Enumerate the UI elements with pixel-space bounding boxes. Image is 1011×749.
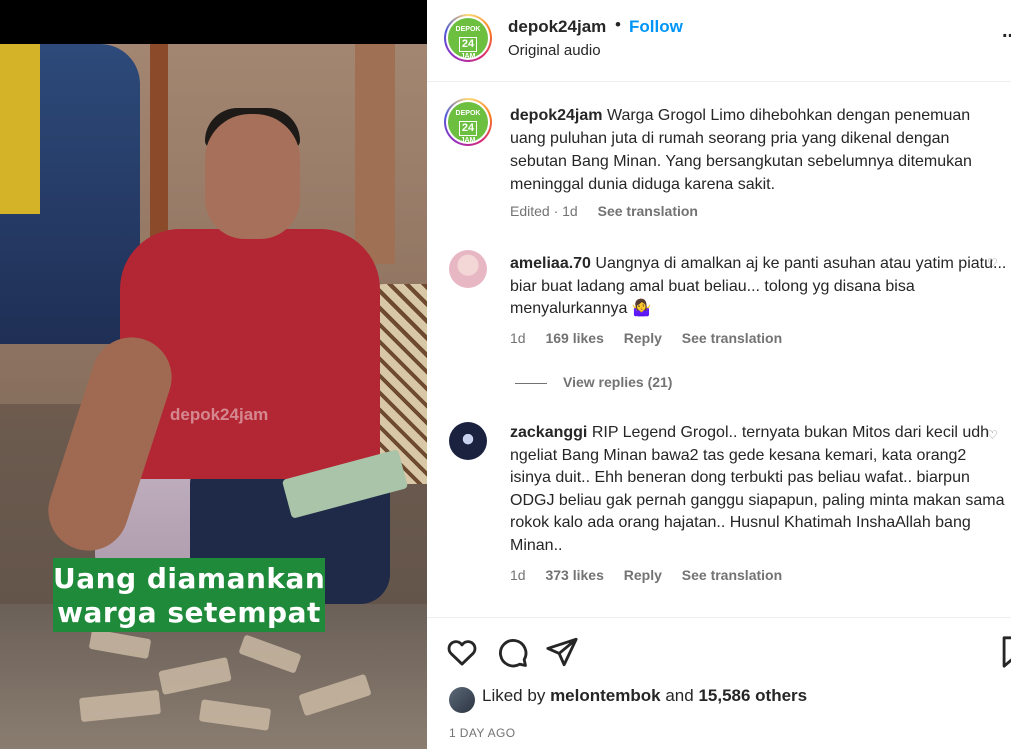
caption-see-translation-button[interactable]: See translation <box>598 203 698 219</box>
liked-by-others-link[interactable]: 15,586 others <box>698 686 807 705</box>
author-username-link[interactable]: depok24jam <box>508 17 606 37</box>
liker-avatar[interactable] <box>449 687 475 713</box>
comment-meta: 1d 373 likes Reply See translation <box>510 567 782 583</box>
separator-dot: • <box>615 15 621 34</box>
view-replies-button[interactable]: View replies (21) <box>515 374 672 390</box>
liked-by-user-link[interactable]: melontembok <box>550 686 661 705</box>
media-letterbox <box>0 0 427 44</box>
comment-likes-count[interactable]: 373 likes <box>545 567 603 583</box>
follow-button[interactable]: Follow <box>629 17 683 37</box>
comment-text: RIP Legend Grogol.. ternyata bukan Mitos… <box>510 424 1005 554</box>
caption-username-link[interactable]: depok24jam <box>510 107 602 124</box>
video-watermark: depok24jam <box>170 405 269 424</box>
post-actions: Liked by melontembok and 15,586 others 1… <box>427 617 1011 749</box>
comment-see-translation-button[interactable]: See translation <box>682 330 782 346</box>
post-header: DEPOK 24 JAM depok24jam • Follow Original … <box>427 0 1011 82</box>
comment-like-icon[interactable]: ♡ <box>987 256 998 270</box>
liked-by-prefix: Liked by <box>482 686 546 705</box>
liked-by-and: and <box>665 686 694 705</box>
comment-like-icon[interactable]: ♡ <box>987 428 998 442</box>
share-icon[interactable] <box>545 635 579 669</box>
post-caption: depok24jam Warga Grogol Limo dihebohkan … <box>510 104 1010 196</box>
comment-avatar[interactable] <box>449 422 487 460</box>
depok24jam-logo-icon: DEPOK 24 JAM <box>448 18 488 60</box>
replies-divider-line <box>515 382 547 384</box>
comment-reply-button[interactable]: Reply <box>624 567 662 583</box>
comment-icon[interactable] <box>495 635 529 669</box>
comment-body: zackanggi RIP Legend Grogol.. ternyata b… <box>510 422 1010 557</box>
view-replies-label: View replies (21) <box>563 374 673 390</box>
video-caption-line-2: warga setempat <box>57 596 321 629</box>
liked-by-summary[interactable]: Liked by melontembok and 15,586 others <box>482 686 807 706</box>
video-caption-overlay: Uang diamankan warga setempat <box>53 558 325 632</box>
audio-link[interactable]: Original audio <box>508 42 601 59</box>
comment-avatar[interactable] <box>449 250 487 288</box>
instagram-post-view: depok24jam Uang diamankan warga setempat… <box>0 0 1011 749</box>
comment-username-link[interactable]: ameliaa.70 <box>510 255 591 272</box>
comment-username-link[interactable]: zackanggi <box>510 424 587 441</box>
post-details-panel: DEPOK 24 JAM depok24jam • Follow Original … <box>427 0 1011 749</box>
comment-likes-count[interactable]: 169 likes <box>545 330 603 346</box>
bookmark-icon[interactable] <box>997 635 1011 669</box>
video-frame <box>0 44 427 749</box>
caption-edited-time: Edited · 1d <box>510 203 578 219</box>
post-timestamp[interactable]: 1 DAY AGO <box>449 726 516 740</box>
video-caption-line-1: Uang diamankan <box>53 562 326 595</box>
comment-reply-button[interactable]: Reply <box>624 330 662 346</box>
author-avatar[interactable]: DEPOK 24 JAM <box>444 14 492 62</box>
comment-age: 1d <box>510 567 526 583</box>
comment-meta: 1d 169 likes Reply See translation <box>510 330 782 346</box>
caption-author-avatar[interactable]: DEPOK 24 JAM <box>444 98 492 146</box>
depok24jam-logo-icon: DEPOK 24 JAM <box>448 102 488 144</box>
post-media[interactable]: depok24jam Uang diamankan warga setempat <box>0 0 427 749</box>
comment-age: 1d <box>510 330 526 346</box>
heart-icon[interactable] <box>445 635 479 669</box>
comments-section[interactable]: DEPOK 24 JAM depok24jam Warga Grogol Limo … <box>427 82 1011 617</box>
comment-body: ameliaa.70 Uangnya di amalkan aj ke pant… <box>510 253 1010 321</box>
caption-meta: Edited · 1d See translation <box>510 203 698 219</box>
more-options-icon[interactable]: ... <box>1002 20 1011 43</box>
comment-see-translation-button[interactable]: See translation <box>682 567 782 583</box>
